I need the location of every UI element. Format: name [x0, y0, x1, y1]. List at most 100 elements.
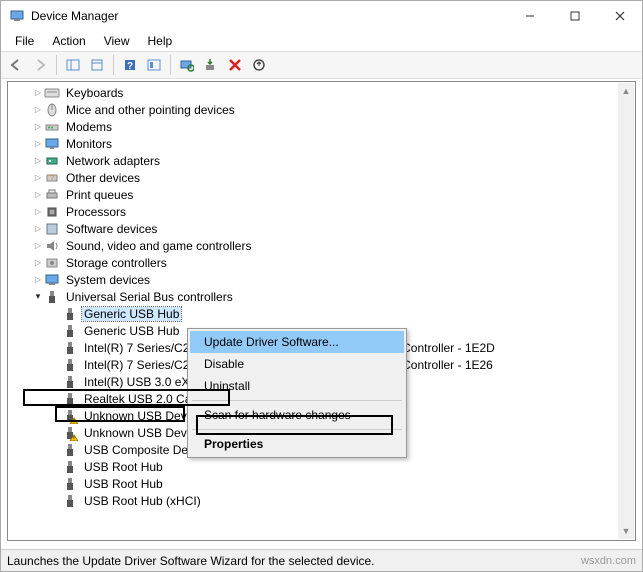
expand-icon[interactable]: ▷	[30, 224, 44, 233]
cpu-icon	[44, 204, 60, 220]
tree-item-label: Mice and other pointing devices	[64, 103, 237, 117]
tree-item-label: Storage controllers	[64, 256, 169, 270]
usb-icon	[62, 306, 78, 322]
statusbar: Launches the Update Driver Software Wiza…	[1, 549, 642, 571]
expand-icon[interactable]: ▷	[30, 190, 44, 199]
tree-device[interactable]: USB Root Hub	[8, 475, 635, 492]
tree-item-label: Processors	[64, 205, 128, 219]
tree-item-label: Unknown USB Device	[82, 426, 204, 440]
back-button[interactable]	[5, 54, 27, 76]
disable-button[interactable]	[248, 54, 270, 76]
usb-icon: !	[62, 425, 78, 441]
ctx-sep	[192, 429, 402, 430]
tree-category[interactable]: ▷System devices	[8, 271, 635, 288]
usb-icon	[62, 493, 78, 509]
device-tree-pane: ▷Keyboards▷Mice and other pointing devic…	[7, 81, 636, 541]
update-driver-button[interactable]	[200, 54, 222, 76]
vertical-scrollbar[interactable]: ▲ ▼	[618, 83, 634, 539]
tree-category[interactable]: ▷ Storage controllers	[8, 254, 635, 271]
printer-icon	[44, 187, 60, 203]
tree-device[interactable]: Generic USB Hub	[8, 305, 635, 322]
usb-icon	[62, 391, 78, 407]
context-menu: Update Driver Software... Disable Uninst…	[187, 328, 407, 458]
scroll-down-button[interactable]: ▼	[618, 523, 634, 539]
menu-help[interactable]: Help	[140, 32, 181, 50]
menu-view[interactable]: View	[96, 32, 138, 50]
toolbar: ?	[1, 51, 642, 79]
expand-icon[interactable]: ▷	[30, 258, 44, 267]
tree-category[interactable]: ▷Software devices	[8, 220, 635, 237]
tree-category[interactable]: ▷ Print queues	[8, 186, 635, 203]
expand-icon[interactable]: ▷	[30, 275, 44, 284]
tree-item-label: USB Root Hub (xHCI)	[82, 494, 203, 508]
minimize-button[interactable]	[507, 1, 552, 31]
tree-item-label: Print queues	[64, 188, 135, 202]
ctx-uninstall[interactable]: Uninstall	[190, 375, 404, 397]
tree-category[interactable]: ▷ Processors	[8, 203, 635, 220]
keyboard-icon	[44, 85, 60, 101]
scroll-up-button[interactable]: ▲	[618, 83, 634, 99]
soft-icon	[44, 221, 60, 237]
mouse-icon	[44, 102, 60, 118]
tree-item-label: Other devices	[64, 171, 142, 185]
menu-action[interactable]: Action	[44, 32, 93, 50]
tree-category[interactable]: ▷ Network adapters	[8, 152, 635, 169]
status-text: Launches the Update Driver Software Wiza…	[7, 554, 375, 568]
expand-icon[interactable]: ▷	[30, 207, 44, 216]
properties-button[interactable]	[86, 54, 108, 76]
usb-icon: !	[62, 408, 78, 424]
tree-item-label: Generic USB Hub	[82, 324, 181, 338]
expand-icon[interactable]: ▷	[30, 173, 44, 182]
show-hide-console-tree-button[interactable]	[62, 54, 84, 76]
maximize-button[interactable]	[552, 1, 597, 31]
usb-icon	[44, 289, 60, 305]
ctx-properties[interactable]: Properties	[190, 433, 404, 455]
ctx-scan[interactable]: Scan for hardware changes	[190, 404, 404, 426]
usb-icon	[62, 459, 78, 475]
ctx-update-driver[interactable]: Update Driver Software...	[190, 331, 404, 353]
modem-icon	[44, 119, 60, 135]
expand-icon[interactable]: ▷	[30, 156, 44, 165]
expand-icon[interactable]: ▷	[30, 241, 44, 250]
tree-category[interactable]: ▷Keyboards	[8, 84, 635, 101]
usb-icon	[62, 442, 78, 458]
storage-icon	[44, 255, 60, 271]
tree-device[interactable]: USB Root Hub	[8, 458, 635, 475]
scan-hardware-button[interactable]	[176, 54, 198, 76]
close-button[interactable]	[597, 1, 642, 31]
net-icon	[44, 153, 60, 169]
titlebar: Device Manager	[1, 1, 642, 31]
expand-icon[interactable]: ▷	[30, 139, 44, 148]
ctx-disable[interactable]: Disable	[190, 353, 404, 375]
tree-category-usb[interactable]: ▾ Universal Serial Bus controllers	[8, 288, 635, 305]
uninstall-button[interactable]	[224, 54, 246, 76]
tree-category[interactable]: ▷Modems	[8, 118, 635, 135]
usb-icon	[62, 374, 78, 390]
tree-item-label: Universal Serial Bus controllers	[64, 290, 235, 304]
expand-icon[interactable]: ▷	[30, 88, 44, 97]
tree-item-label: USB Root Hub	[82, 460, 165, 474]
expand-icon[interactable]: ▷	[30, 105, 44, 114]
forward-button[interactable]	[29, 54, 51, 76]
menu-file[interactable]: File	[7, 32, 42, 50]
help-button[interactable]: ?	[119, 54, 141, 76]
tree-category[interactable]: ▷ Monitors	[8, 135, 635, 152]
toolbar-sep	[113, 55, 114, 75]
system-icon	[44, 272, 60, 288]
ctx-sep	[192, 400, 402, 401]
tree-device[interactable]: USB Root Hub (xHCI)	[8, 492, 635, 509]
expand-icon[interactable]: ▾	[30, 291, 44, 302]
tree-item-label: Monitors	[64, 137, 114, 151]
window-title: Device Manager	[31, 9, 507, 23]
action-button[interactable]	[143, 54, 165, 76]
tree-item-label: USB Root Hub	[82, 477, 165, 491]
tree-category[interactable]: ▷ Mice and other pointing devices	[8, 101, 635, 118]
window-buttons	[507, 1, 642, 31]
other-icon: ?	[44, 170, 60, 186]
tree-item-label: Network adapters	[64, 154, 162, 168]
tree-category[interactable]: ▷Sound, video and game controllers	[8, 237, 635, 254]
tree-category[interactable]: ▷? Other devices	[8, 169, 635, 186]
expand-icon[interactable]: ▷	[30, 122, 44, 131]
tree-item-label: Unknown USB Device	[82, 409, 204, 423]
sound-icon	[44, 238, 60, 254]
